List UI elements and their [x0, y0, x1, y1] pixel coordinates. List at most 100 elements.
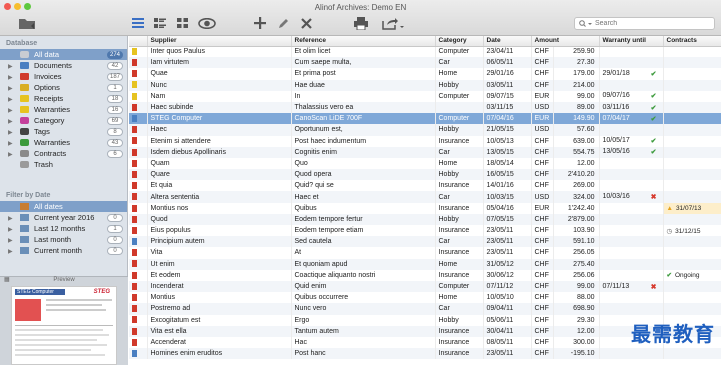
table-row[interactable]: Inter quos Paulus Et olim licet Computer 23… [129, 46, 721, 58]
date-filter-item[interactable]: ▶ Current year 2016 0 [0, 212, 127, 223]
grid-view-button[interactable] [174, 15, 190, 31]
supplier-cell: Et eodem [147, 269, 292, 281]
flag-cell [129, 280, 148, 293]
contracts-column-header[interactable]: Contracts [663, 36, 721, 47]
list-view-button[interactable] [130, 15, 146, 31]
table-row[interactable]: Quare Quod opera Hobby 16/05/15 CHF 2'410.20 [129, 169, 721, 181]
delete-button[interactable] [298, 15, 314, 31]
category-column-header[interactable]: Category [435, 36, 484, 47]
color-flag-icon [132, 238, 137, 246]
flag-cell [129, 336, 148, 349]
flag-cell [129, 348, 148, 360]
category-cell: Computer [435, 90, 484, 102]
color-flag-icon [132, 349, 137, 357]
detail-view-button[interactable] [152, 15, 168, 31]
flag-cell [129, 258, 148, 270]
sidebar-item[interactable]: ▶ Warranties 16 [0, 104, 127, 115]
check-icon: ✔ [650, 70, 657, 78]
preview-toggle-button[interactable] [196, 15, 218, 31]
sidebar-item[interactable]: ▶ Options 1 [0, 82, 127, 93]
search-field[interactable] [574, 17, 715, 30]
warranty-cell: 07/04/17 ✔ [599, 113, 664, 125]
currency-cell: CHF [531, 135, 554, 147]
table-row[interactable]: Nam In Computer 09/07/15 EUR 99.00 09/07/16 ✔ [129, 90, 721, 102]
color-flag-icon [132, 70, 137, 78]
sidebar-item[interactable]: ▶ Warranties 43 [0, 137, 127, 148]
reference-cell: Hac [291, 336, 436, 349]
edit-button[interactable] [275, 15, 291, 31]
table-row[interactable]: Nunc Hae duae Hobby 03/05/11 CHF 214.00 [129, 79, 721, 91]
search-input[interactable] [595, 20, 705, 27]
sidebar-item[interactable]: ▶ Category 69 [0, 115, 127, 126]
sidebar-item[interactable]: ▶ Tags 8 [0, 126, 127, 137]
trash-icon [20, 161, 29, 168]
warranty-cell [599, 292, 664, 304]
category-cell: Insurance [435, 135, 484, 147]
table-row[interactable]: Quod Eodem tempore fertur Hobby 07/05/15 CHF… [129, 213, 721, 225]
table-row[interactable]: Quae Et prima post Home 29/01/16 CHF 179.00 29… [129, 68, 721, 80]
amount-cell: 2'879.00 [553, 213, 600, 225]
table-row[interactable]: Altera sententia Haec et Car 10/03/15 USD 324… [129, 191, 721, 203]
supplier-cell: Principium autem [147, 236, 292, 248]
preview-label: Preview [53, 277, 75, 283]
flag-cell [129, 314, 148, 326]
share-button[interactable] [380, 15, 406, 31]
add-button[interactable] [252, 15, 268, 31]
sidebar-item[interactable]: ▶ Documents 42 [0, 60, 127, 71]
table-row[interactable]: Montius Quibus occurrere Home 10/05/10 CHF 88… [129, 292, 721, 304]
table-row[interactable]: Vita At Insurance 23/05/11 CHF 256.05 [129, 247, 721, 259]
flag-column-header[interactable] [129, 36, 148, 47]
sidebar-item[interactable]: ▶ Receipts 18 [0, 93, 127, 104]
reference-cell: Quid enim [291, 280, 436, 293]
table-row[interactable]: Principium autem Sed cautela Car 23/05/11 CH… [129, 236, 721, 248]
date-cell: 23/04/11 [483, 46, 532, 58]
supplier-column-header[interactable]: Supplier [147, 36, 292, 47]
date-filter-item[interactable]: ▶ Current month 0 [0, 245, 127, 256]
currency-cell: CHF [531, 157, 554, 170]
disclosure-triangle-icon[interactable]: ▶ [8, 247, 13, 258]
warranty-column-header[interactable]: Warranty until [599, 36, 664, 47]
table-row[interactable]: Quam Quo Home 18/05/14 CHF 12.00 [129, 157, 721, 170]
table-row[interactable]: Incenderat Quid enim Computer 07/11/12 CHF 99… [129, 280, 721, 293]
table-row[interactable]: Eius populus Eodem tempore etiam Insurance… [129, 225, 721, 237]
check-icon: ✔ [650, 93, 657, 101]
table-row[interactable]: Et quia Quid? qui se Insurance 14/01/16 CHF 2… [129, 180, 721, 192]
table-row[interactable]: Postremo ad Nunc vero Car 09/04/11 CHF 698.90 [129, 303, 721, 315]
folder-button[interactable] [16, 15, 38, 31]
reference-cell: Eodem tempore etiam [291, 225, 436, 237]
currency-cell: CHF [531, 169, 554, 181]
sidebar-item[interactable]: Trash [0, 159, 127, 170]
document-preview[interactable]: STEG Computer STEG [0, 284, 128, 365]
print-button[interactable] [352, 15, 370, 31]
share-icon [382, 17, 404, 30]
sidebar-item[interactable]: All data 274 [0, 49, 127, 60]
folder-icon [20, 95, 29, 102]
table-row[interactable]: Homines enim eruditos Post hanc Insurance 2… [129, 348, 721, 360]
sidebar-item[interactable]: ▶ Contracts 6 [0, 148, 127, 159]
date-column-header[interactable]: Date [483, 36, 532, 47]
table-row[interactable]: Et eodem Coactique aliquanto nostri Insura… [129, 269, 721, 281]
table-row[interactable]: Haec subinde Thalassius vero ea 03/11/15 US… [129, 101, 721, 114]
table-row[interactable]: STEG Computer CanoScan LiDE 700F Computer 0… [129, 113, 721, 125]
table-row[interactable]: Ut enim Et quoniam apud Home 31/05/12 CHF 275… [129, 258, 721, 270]
date-filter-item[interactable]: ▶ Last 12 months 1 [0, 223, 127, 234]
table-row[interactable]: Haec Oportunum est, Hobby 21/05/15 USD 57.60 [129, 124, 721, 136]
date-filter-item[interactable]: All dates [0, 201, 127, 212]
count-badge: 42 [107, 61, 123, 70]
table-row[interactable]: Isdem diebus Apollinaris Cognitis enim Car… [129, 146, 721, 158]
flag-cell [129, 191, 148, 203]
amount-column-header[interactable]: Amount [531, 36, 600, 47]
sidebar-item[interactable]: ▶ Invoices 187 [0, 71, 127, 82]
table-row[interactable]: Montius nos Quibus Insurance 05/04/16 EUR 1'2… [129, 202, 721, 214]
category-cell: Insurance [435, 202, 484, 214]
date-cell: 10/05/13 [483, 135, 532, 147]
table-row[interactable]: Etenim si attendere Post haec indumentum I… [129, 135, 721, 147]
flag-cell [129, 157, 148, 170]
amount-cell: -195.10 [553, 348, 600, 360]
amount-cell: 27.30 [553, 57, 600, 69]
table-row[interactable]: Iam virtutem Cum saepe multa, Car 06/05/11 C… [129, 57, 721, 69]
preview-resize-icon[interactable]: ▦ [4, 277, 10, 284]
reference-column-header[interactable]: Reference [291, 36, 436, 47]
date-filter-item[interactable]: ▶ Last month 0 [0, 234, 127, 245]
contract-cell [663, 157, 721, 170]
